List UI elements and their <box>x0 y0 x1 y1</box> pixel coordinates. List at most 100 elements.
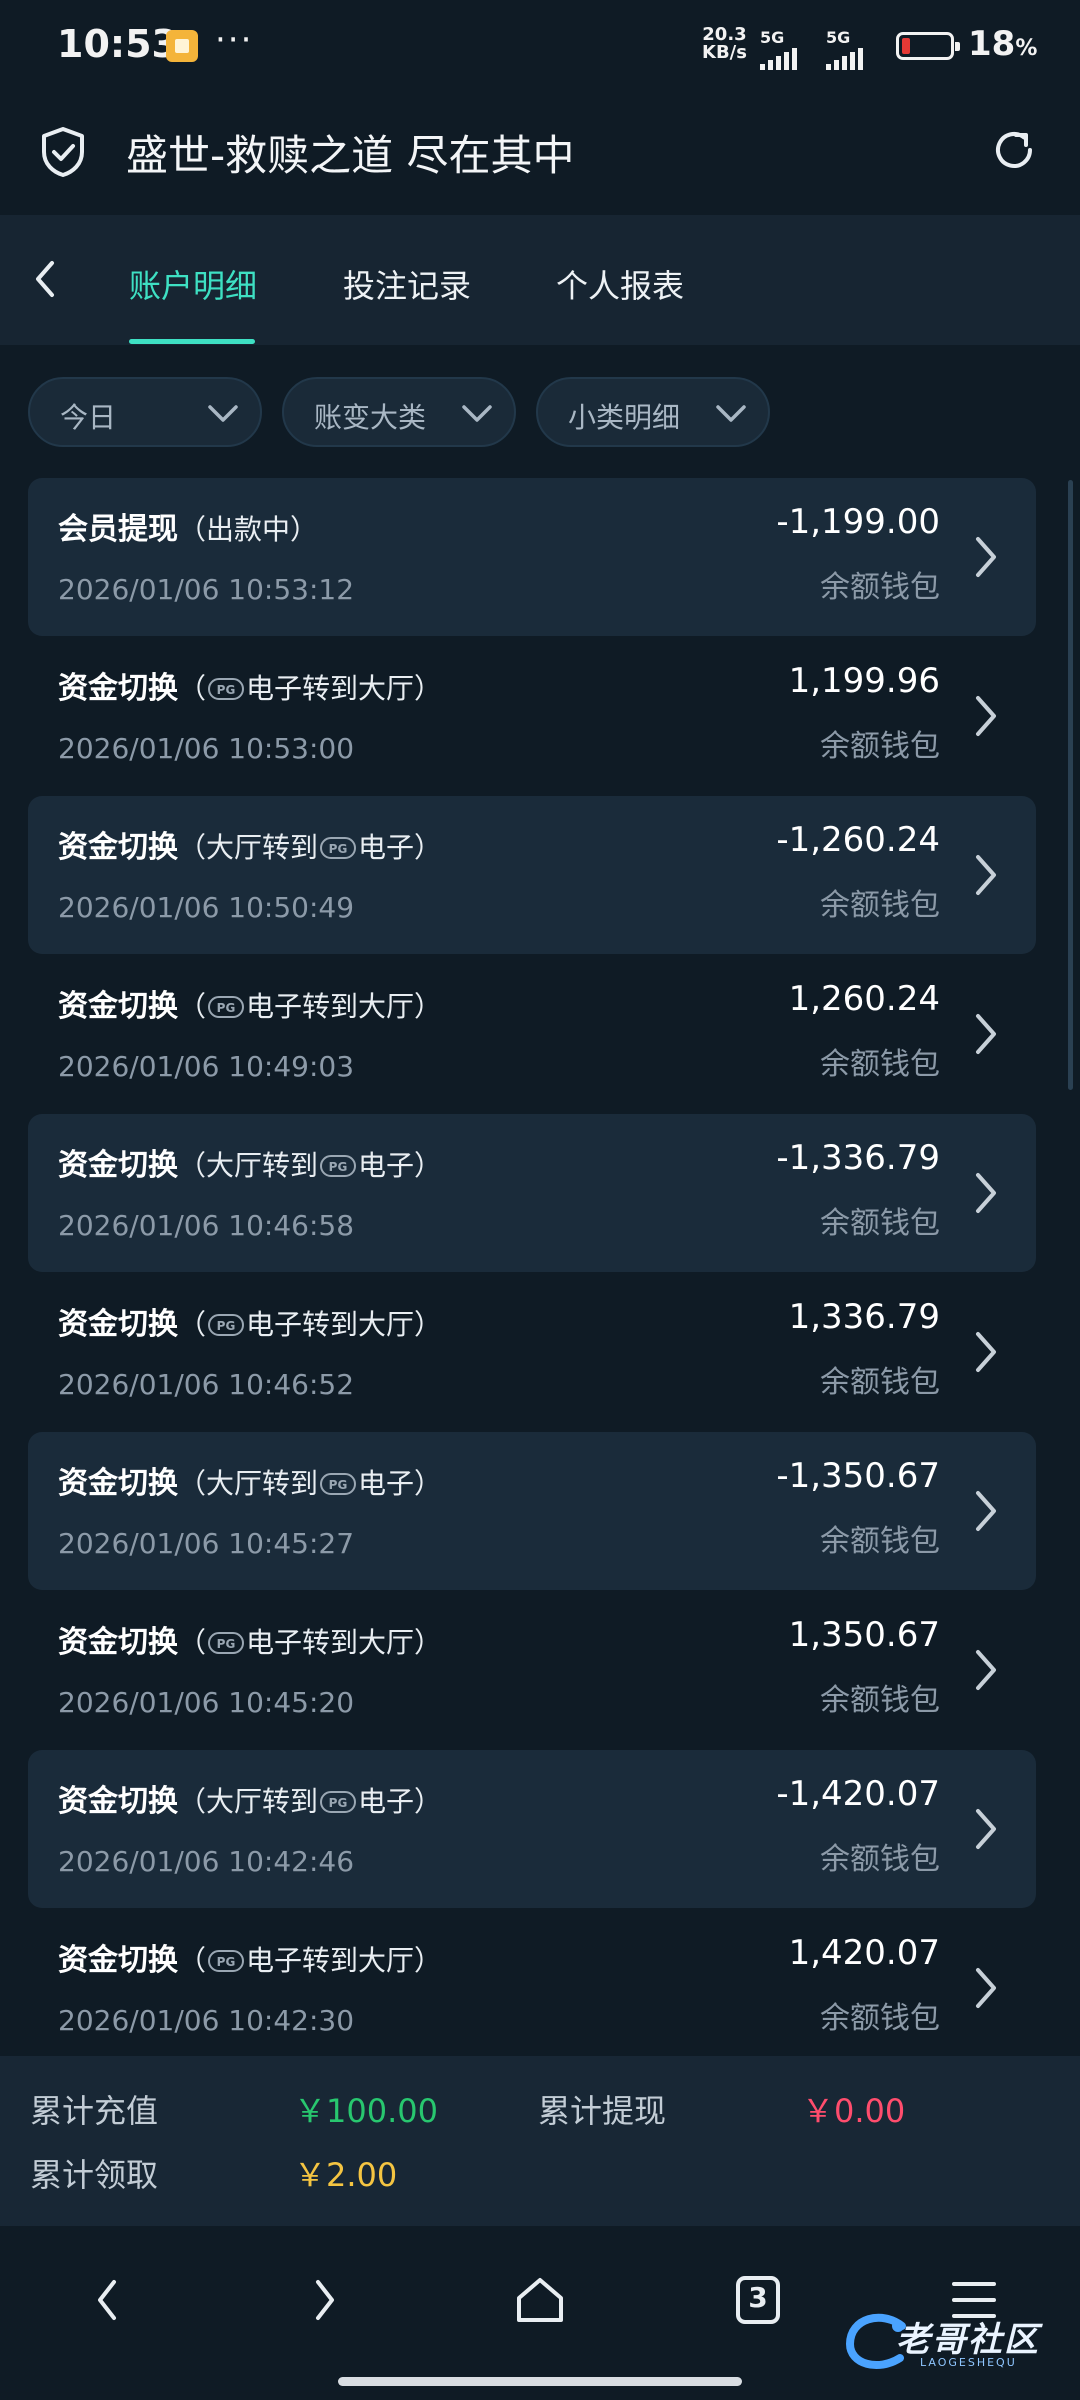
transaction-title-line: 资金切换（ PG 电子转到大厅） <box>58 1617 442 1661</box>
transaction-detail-prefix: （ <box>178 1308 207 1341</box>
browser-header: 盛世-救赎之道 尽在其中 <box>0 92 1080 212</box>
chevron-right-icon <box>976 537 996 577</box>
chevron-right-icon <box>976 1173 996 1213</box>
svg-text:PG: PG <box>217 1637 236 1651</box>
transaction-detail-prefix: （ <box>178 672 207 705</box>
tab-bar: 账户明细 投注记录 个人报表 <box>0 215 1080 345</box>
transaction-amount: 1,199.96 <box>788 661 940 701</box>
claim-total-label: 累计领取 <box>30 2156 159 2194</box>
pg-logo-icon: PG <box>208 678 245 700</box>
transaction-type: 资金切换 <box>58 989 178 1024</box>
scrollbar[interactable] <box>1068 480 1073 1090</box>
battery-percent-unit: % <box>1015 36 1038 61</box>
transaction-wallet: 余额钱包 <box>820 1842 940 1877</box>
summary-panel: 累计充值 ￥100.00 累计提现 ￥0.00 累计领取 ￥2.00 <box>0 2056 1080 2226</box>
battery-percent: 18% <box>968 24 1037 64</box>
filter-date-dropdown[interactable]: 今日 <box>28 377 262 447</box>
tab-count: 3 <box>748 2281 768 2314</box>
battery-percent-value: 18 <box>968 24 1016 64</box>
transaction-wallet: 余额钱包 <box>820 888 940 923</box>
nav-back-icon[interactable] <box>78 2270 138 2330</box>
chevron-right-icon <box>976 1650 996 1690</box>
filter-date-label: 今日 <box>60 401 117 434</box>
pg-logo-icon: PG <box>208 1314 245 1336</box>
more-notifications-icon: ··· <box>215 20 254 60</box>
transaction-type: 资金切换 <box>58 1625 178 1660</box>
signal-1-label: 5G <box>760 28 785 47</box>
tab-account-details[interactable]: 账户明细 <box>129 261 257 307</box>
back-arrow-icon[interactable] <box>28 257 64 301</box>
transaction-time: 2026/01/06 10:45:27 <box>58 1527 355 1560</box>
home-indicator[interactable] <box>338 2377 742 2386</box>
tab-personal-report[interactable]: 个人报表 <box>556 261 684 307</box>
transaction-time: 2026/01/06 10:53:12 <box>58 573 355 606</box>
shield-check-icon[interactable] <box>40 126 86 178</box>
battery-icon <box>896 32 960 60</box>
transaction-amount: -1,260.24 <box>776 820 940 860</box>
transaction-detail-prefix: （ <box>178 1626 207 1659</box>
watermark-logo: 老哥社区 LAOGESHEQU <box>842 2306 1068 2376</box>
transaction-type: 资金切换 <box>58 1943 178 1978</box>
transaction-wallet: 余额钱包 <box>820 729 940 764</box>
refresh-icon[interactable] <box>990 126 1038 174</box>
transaction-row[interactable]: 会员提现（出款中） 2026/01/06 10:53:12 -1,199.00 余额钱… <box>28 478 1036 636</box>
svg-text:PG: PG <box>329 1160 348 1174</box>
transaction-amount: -1,199.00 <box>776 502 940 542</box>
transaction-detail-suffix: 电子转到大厅） <box>246 672 443 705</box>
filter-subcategory-label: 小类明细 <box>568 401 681 434</box>
transaction-row[interactable]: 资金切换（大厅转到 PG 电子） 2026/01/06 10:46:58 -1,336.… <box>28 1114 1036 1272</box>
svg-text:PG: PG <box>329 1478 348 1492</box>
transaction-detail-suffix: 电子） <box>358 1149 443 1182</box>
transaction-title-line: 资金切换（大厅转到 PG 电子） <box>58 1140 442 1184</box>
transaction-detail-suffix: 电子转到大厅） <box>246 1626 443 1659</box>
filter-subcategory-dropdown[interactable]: 小类明细 <box>536 377 770 447</box>
transaction-row[interactable]: 资金切换（ PG 电子转到大厅） 2026/01/06 10:53:00 1,199.9… <box>28 637 1036 795</box>
claim-total-value: ￥2.00 <box>294 2156 398 2194</box>
nav-home-icon[interactable] <box>510 2270 570 2330</box>
transaction-amount: -1,336.79 <box>776 1138 940 1178</box>
transaction-type: 资金切换 <box>58 1148 178 1183</box>
transaction-wallet: 余额钱包 <box>820 1206 940 1241</box>
svg-text:PG: PG <box>329 842 348 856</box>
transaction-amount: -1,350.67 <box>776 1456 940 1496</box>
pg-logo-icon: PG <box>320 1791 357 1813</box>
pg-logo-icon: PG <box>320 1473 357 1495</box>
tab-bet-records[interactable]: 投注记录 <box>343 261 471 307</box>
filter-category-dropdown[interactable]: 账变大类 <box>282 377 516 447</box>
transaction-wallet: 余额钱包 <box>820 1365 940 1400</box>
transaction-detail-suffix: 电子转到大厅） <box>246 1944 443 1977</box>
transaction-row[interactable]: 资金切换（ PG 电子转到大厅） 2026/01/06 10:42:30 1,420.0… <box>28 1909 1036 2067</box>
signal-2-label: 5G <box>826 28 851 47</box>
transaction-amount: -1,420.07 <box>776 1774 940 1814</box>
chevron-right-icon <box>976 1491 996 1531</box>
nav-tabs-button[interactable]: 3 <box>728 2270 788 2330</box>
transaction-row[interactable]: 资金切换（ PG 电子转到大厅） 2026/01/06 10:45:20 1,350.6… <box>28 1591 1036 1749</box>
transaction-title-line: 资金切换（ PG 电子转到大厅） <box>58 1935 442 1979</box>
svg-text:PG: PG <box>217 1955 236 1969</box>
transaction-title-line: 资金切换（ PG 电子转到大厅） <box>58 1299 442 1343</box>
transaction-row[interactable]: 资金切换（ PG 电子转到大厅） 2026/01/06 10:49:03 1,260.2… <box>28 955 1036 1113</box>
transaction-detail-suffix: 电子转到大厅） <box>246 1308 443 1341</box>
transaction-wallet: 余额钱包 <box>820 1683 940 1718</box>
network-speed: 20.3 KB/s <box>702 26 747 62</box>
transaction-title-line: 资金切换（大厅转到 PG 电子） <box>58 822 442 866</box>
transaction-type: 资金切换 <box>58 830 178 865</box>
nav-forward-icon[interactable] <box>294 2270 354 2330</box>
transaction-time: 2026/01/06 10:50:49 <box>58 891 355 924</box>
transaction-detail-prefix: （ <box>178 1944 207 1977</box>
transaction-detail-prefix: （大厅转到 <box>178 831 319 864</box>
transaction-type: 资金切换 <box>58 671 178 706</box>
transaction-detail-prefix: （出款中） <box>178 513 319 546</box>
transaction-row[interactable]: 资金切换（大厅转到 PG 电子） 2026/01/06 10:42:46 -1,420.… <box>28 1750 1036 1908</box>
notification-app-icon <box>166 30 198 62</box>
transaction-time: 2026/01/06 10:42:46 <box>58 1845 355 1878</box>
transaction-row[interactable]: 资金切换（大厅转到 PG 电子） 2026/01/06 10:45:27 -1,350.… <box>28 1432 1036 1590</box>
transaction-row[interactable]: 资金切换（大厅转到 PG 电子） 2026/01/06 10:50:49 -1,260.… <box>28 796 1036 954</box>
filter-category-label: 账变大类 <box>314 401 427 434</box>
status-bar: 10:53 ··· 20.3 KB/s 5G 5G 18% <box>0 0 1080 92</box>
transaction-amount: 1,336.79 <box>788 1297 940 1337</box>
transaction-time: 2026/01/06 10:45:20 <box>58 1686 355 1719</box>
chevron-right-icon <box>976 855 996 895</box>
transaction-title-line: 资金切换（ PG 电子转到大厅） <box>58 663 442 707</box>
transaction-row[interactable]: 资金切换（ PG 电子转到大厅） 2026/01/06 10:46:52 1,336.7… <box>28 1273 1036 1431</box>
